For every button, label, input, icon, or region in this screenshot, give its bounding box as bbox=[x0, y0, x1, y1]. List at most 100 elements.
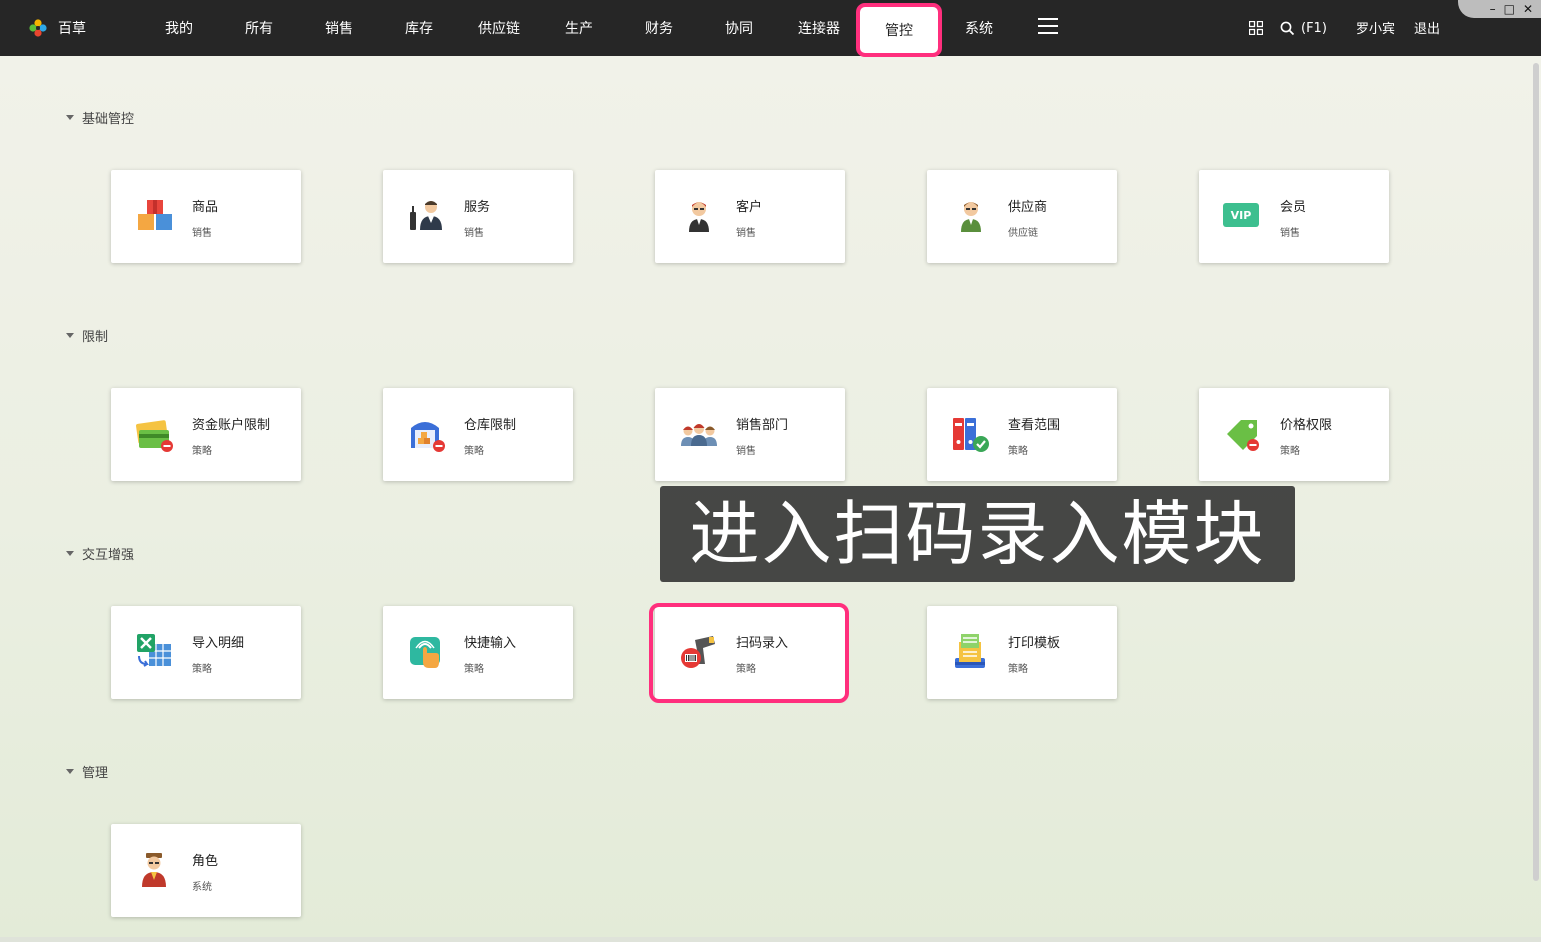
card-goods[interactable]: 商品 销售 bbox=[111, 170, 301, 263]
card-name: 角色 bbox=[192, 854, 219, 869]
card-name: 查看范围 bbox=[1008, 418, 1061, 433]
nav-item-inventory[interactable]: 库存 bbox=[379, 0, 459, 56]
close-button[interactable]: ✕ bbox=[1523, 3, 1533, 15]
pinwheel-logo-icon bbox=[29, 19, 47, 37]
search-button[interactable]: (F1) bbox=[1280, 18, 1327, 38]
minimize-button[interactable]: – bbox=[1490, 3, 1496, 15]
card-sub: 销售 bbox=[464, 228, 484, 239]
card-service[interactable]: 服务 销售 bbox=[383, 170, 573, 263]
touch-input-icon bbox=[410, 637, 440, 668]
card-sub: 策略 bbox=[1280, 446, 1300, 457]
section-title: 限制 bbox=[82, 329, 109, 345]
card-sub: 策略 bbox=[192, 664, 212, 675]
section-title: 基础管控 bbox=[82, 111, 135, 127]
card-sales-department[interactable]: 销售部门 销售 bbox=[655, 388, 845, 481]
nav-item-supply-chain[interactable]: 供应链 bbox=[459, 0, 539, 56]
card-quick-input[interactable]: 快捷输入 策略 bbox=[383, 606, 573, 699]
card-name: 服务 bbox=[464, 200, 491, 215]
card-import-details[interactable]: 导入明细 策略 bbox=[111, 606, 301, 699]
card-name: 供应商 bbox=[1008, 200, 1048, 215]
card-sub: 供应链 bbox=[1008, 228, 1038, 239]
user-name[interactable]: 罗小宾 bbox=[1356, 18, 1395, 37]
card-sub: 策略 bbox=[192, 446, 212, 457]
brand[interactable]: 百草 bbox=[28, 18, 86, 38]
nav-item-connector[interactable]: 连接器 bbox=[779, 0, 859, 56]
nav-item-collaboration[interactable]: 协同 bbox=[699, 0, 779, 56]
section-interaction[interactable]: 交互增强 bbox=[66, 543, 134, 563]
card-name: 会员 bbox=[1280, 200, 1307, 215]
section-management[interactable]: 管理 bbox=[66, 761, 108, 781]
card-sub: 销售 bbox=[736, 446, 756, 457]
card-sub: 销售 bbox=[192, 228, 212, 239]
card-sub: 策略 bbox=[464, 664, 484, 675]
nav-item-all[interactable]: 所有 bbox=[219, 0, 299, 56]
card-supplier[interactable]: 供应商 供应链 bbox=[927, 170, 1117, 263]
caret-down-icon bbox=[66, 332, 74, 338]
price-tag-restrict-icon bbox=[1227, 420, 1259, 451]
card-member[interactable]: VIP 会员 销售 bbox=[1199, 170, 1389, 263]
top-navigation-bar: 百草 我的 所有 销售 库存 供应链 生产 财务 协同 连接器 管控 系统 (F… bbox=[0, 0, 1541, 57]
window-controls: – □ ✕ bbox=[1458, 0, 1541, 18]
card-warehouse-restrict[interactable]: 仓库限制 策略 bbox=[383, 388, 573, 481]
nav-item-sales[interactable]: 销售 bbox=[299, 0, 379, 56]
app-name: 百草 bbox=[58, 21, 86, 37]
card-sub: 系统 bbox=[192, 882, 212, 893]
card-name: 客户 bbox=[736, 200, 763, 215]
section-title: 管理 bbox=[82, 765, 109, 781]
nav-item-control[interactable]: 管控 bbox=[856, 3, 942, 57]
card-scan-input[interactable]: 扫码录入 策略 bbox=[655, 606, 845, 699]
waiter-service-icon bbox=[410, 201, 442, 230]
card-price-permission[interactable]: 价格权限 策略 bbox=[1199, 388, 1389, 481]
caret-down-icon bbox=[66, 550, 74, 556]
card-sub: 策略 bbox=[1008, 664, 1028, 675]
bottom-divider bbox=[0, 937, 1541, 942]
card-view-scope[interactable]: 查看范围 策略 bbox=[927, 388, 1117, 481]
team-people-icon bbox=[681, 424, 717, 446]
card-sub: 销售 bbox=[736, 228, 756, 239]
section-restrictions[interactable]: 限制 bbox=[66, 325, 108, 345]
instruction-caption: 进入扫码录入模块 bbox=[660, 486, 1295, 582]
logout-link[interactable]: 退出 bbox=[1414, 18, 1440, 37]
nav-item-mine[interactable]: 我的 bbox=[139, 0, 219, 56]
card-name: 扫码录入 bbox=[736, 636, 789, 651]
customer-person-icon bbox=[689, 202, 709, 232]
search-shortcut: (F1) bbox=[1301, 20, 1327, 36]
caret-down-icon bbox=[66, 768, 74, 774]
printer-template-icon bbox=[955, 634, 985, 668]
card-name: 商品 bbox=[192, 200, 219, 215]
card-name: 导入明细 bbox=[192, 636, 245, 651]
nav-item-production[interactable]: 生产 bbox=[539, 0, 619, 56]
section-basic-control[interactable]: 基础管控 bbox=[66, 107, 134, 127]
bank-card-restrict-icon bbox=[136, 420, 173, 452]
section-title: 交互增强 bbox=[82, 547, 135, 563]
role-person-icon bbox=[142, 853, 166, 887]
card-sub: 策略 bbox=[736, 664, 756, 675]
excel-import-icon bbox=[137, 634, 171, 667]
card-role[interactable]: 角色 系统 bbox=[111, 824, 301, 917]
files-check-icon bbox=[953, 418, 989, 452]
caret-down-icon bbox=[66, 114, 74, 120]
supplier-person-icon bbox=[961, 202, 981, 232]
card-sub: 策略 bbox=[464, 446, 484, 457]
hamburger-icon[interactable] bbox=[1038, 18, 1058, 36]
card-print-template[interactable]: 打印模板 策略 bbox=[927, 606, 1117, 699]
card-customer[interactable]: 客户 销售 bbox=[655, 170, 845, 263]
card-name: 快捷输入 bbox=[464, 636, 517, 651]
vertical-scrollbar[interactable] bbox=[1533, 63, 1539, 881]
warehouse-restrict-icon bbox=[411, 422, 445, 452]
nav-item-system[interactable]: 系统 bbox=[939, 0, 1019, 56]
card-sub: 销售 bbox=[1280, 228, 1300, 239]
card-sub: 策略 bbox=[1008, 446, 1028, 457]
card-name: 销售部门 bbox=[736, 418, 789, 433]
grid-icon[interactable] bbox=[1249, 21, 1263, 35]
card-name: 打印模板 bbox=[1008, 636, 1061, 651]
vip-badge-icon: VIP bbox=[1223, 203, 1259, 227]
maximize-button[interactable]: □ bbox=[1504, 3, 1515, 15]
card-fund-account-restrict[interactable]: 资金账户限制 策略 bbox=[111, 388, 301, 481]
card-name: 仓库限制 bbox=[464, 418, 517, 433]
nav-item-finance[interactable]: 财务 bbox=[619, 0, 699, 56]
barcode-scanner-icon bbox=[681, 636, 715, 668]
vip-text: VIP bbox=[1230, 208, 1252, 222]
card-name: 资金账户限制 bbox=[192, 418, 271, 433]
goods-boxes-icon bbox=[138, 200, 172, 230]
